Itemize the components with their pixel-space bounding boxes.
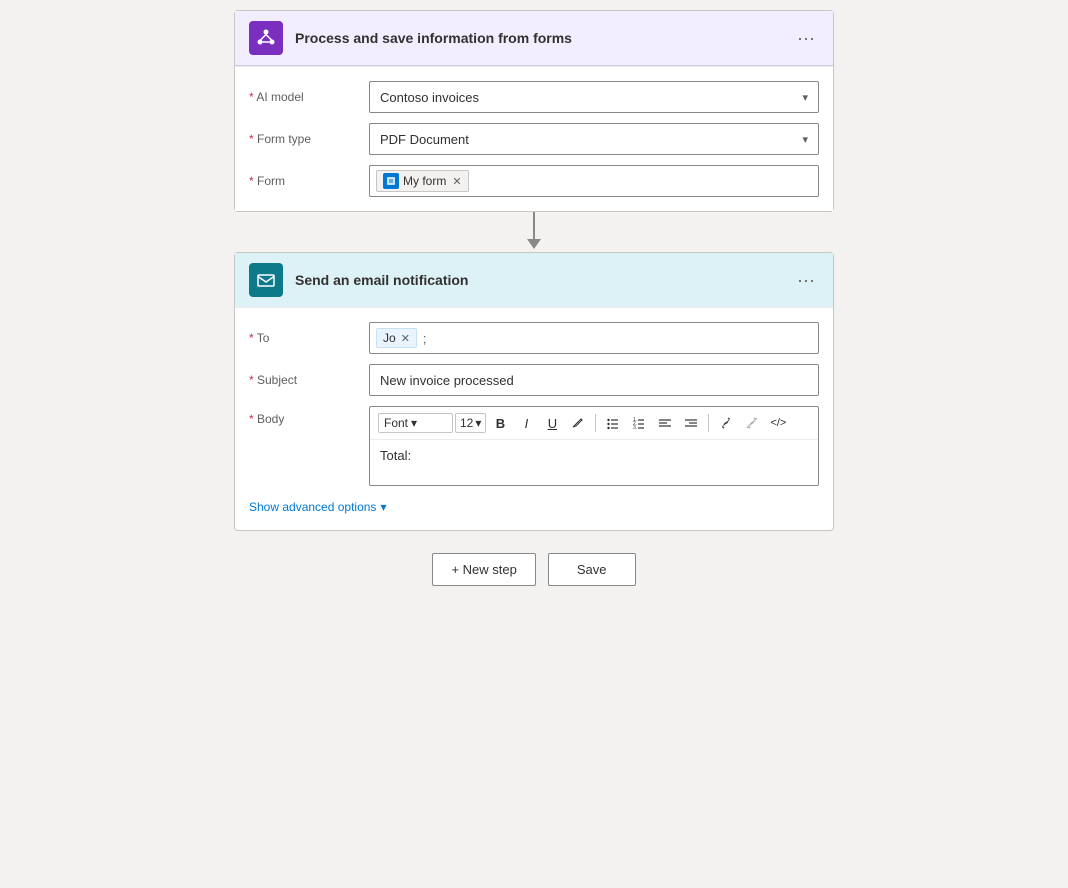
svg-text:3.: 3. [633, 425, 637, 430]
body-label: * Body [249, 406, 369, 426]
subject-input[interactable]: New invoice processed [369, 364, 819, 396]
pen-button[interactable] [566, 411, 590, 435]
subject-label: * Subject [249, 373, 369, 387]
form-tag-icon [383, 173, 399, 189]
to-label: * To [249, 331, 369, 345]
form-tag-remove[interactable]: ✕ [452, 175, 461, 188]
subject-value: New invoice processed [380, 373, 514, 388]
show-advanced-chevron-icon: ▾ [380, 500, 386, 514]
font-select[interactable]: Font ▾ [378, 413, 453, 433]
toolbar: Font ▾ 12 ▾ B I [370, 407, 818, 440]
form-tag: My form ✕ [376, 170, 469, 192]
bullet-ordered-button[interactable]: 1.2.3. [627, 411, 651, 435]
font-size-chevron-icon: ▾ [475, 416, 481, 430]
ai-model-label: * AI model [249, 90, 369, 104]
ai-model-value: Contoso invoices [380, 90, 479, 105]
link-button[interactable] [714, 411, 738, 435]
to-input[interactable]: Jo ✕ ; [369, 322, 819, 354]
form-tag-text: My form [403, 174, 446, 188]
save-button[interactable]: Save [548, 553, 636, 586]
font-chevron-icon: ▾ [411, 416, 417, 430]
font-label: Font [384, 416, 408, 430]
form-tag-input[interactable]: My form ✕ [369, 165, 819, 197]
card2-title: Send an email notification [295, 272, 793, 288]
card1-icon [249, 21, 283, 55]
to-separator: ; [423, 331, 427, 346]
font-size-value: 12 [460, 416, 473, 430]
bold-button[interactable]: B [488, 411, 512, 435]
toolbar-sep-2 [708, 414, 709, 432]
ai-model-select[interactable]: Contoso invoices ▾ [369, 81, 819, 113]
form-type-value: PDF Document [380, 132, 469, 147]
card1-more-button[interactable]: ··· [793, 24, 819, 53]
show-advanced-label: Show advanced options [249, 500, 376, 514]
to-tag: Jo ✕ [376, 328, 417, 348]
form-type-select[interactable]: PDF Document ▾ [369, 123, 819, 155]
code-button[interactable]: </> [766, 411, 790, 435]
bullet-unordered-button[interactable] [601, 411, 625, 435]
to-tag-text: Jo [383, 331, 396, 345]
form-type-row: * Form type PDF Document ▾ [249, 123, 819, 155]
card2-icon [249, 263, 283, 297]
rich-editor: Font ▾ 12 ▾ B I [369, 406, 819, 486]
font-size-select[interactable]: 12 ▾ [455, 413, 486, 433]
toolbar-sep-1 [595, 414, 596, 432]
body-text: Total: [380, 448, 411, 463]
save-label: Save [577, 562, 607, 577]
unlink-button[interactable] [740, 411, 764, 435]
card2-more-button[interactable]: ··· [793, 266, 819, 295]
to-row: * To Jo ✕ ; [249, 322, 819, 354]
subject-row: * Subject New invoice processed [249, 364, 819, 396]
underline-button[interactable]: U [540, 411, 564, 435]
form-row: * Form My form ✕ [249, 165, 819, 197]
form-label: * Form [249, 174, 369, 188]
align-left-button[interactable] [653, 411, 677, 435]
ai-model-chevron: ▾ [802, 91, 808, 104]
new-step-label: + New step [451, 562, 516, 577]
show-advanced-options[interactable]: Show advanced options ▾ [249, 498, 819, 516]
new-step-button[interactable]: + New step [432, 553, 535, 586]
form-type-chevron: ▾ [802, 133, 808, 146]
actions-row: + New step Save [432, 553, 635, 586]
align-right-button[interactable] [679, 411, 703, 435]
to-tag-remove[interactable]: ✕ [401, 332, 410, 345]
italic-button[interactable]: I [514, 411, 538, 435]
body-row: * Body Font ▾ 12 ▾ [249, 406, 819, 486]
card-email: Send an email notification ··· * To Jo ✕… [234, 252, 834, 531]
connector-arrow [527, 212, 541, 252]
card-process-forms: Process and save information from forms … [234, 10, 834, 212]
card1-title: Process and save information from forms [295, 30, 793, 46]
ai-model-row: * AI model Contoso invoices ▾ [249, 81, 819, 113]
form-type-label: * Form type [249, 132, 369, 146]
editor-body[interactable]: Total: [370, 440, 818, 485]
